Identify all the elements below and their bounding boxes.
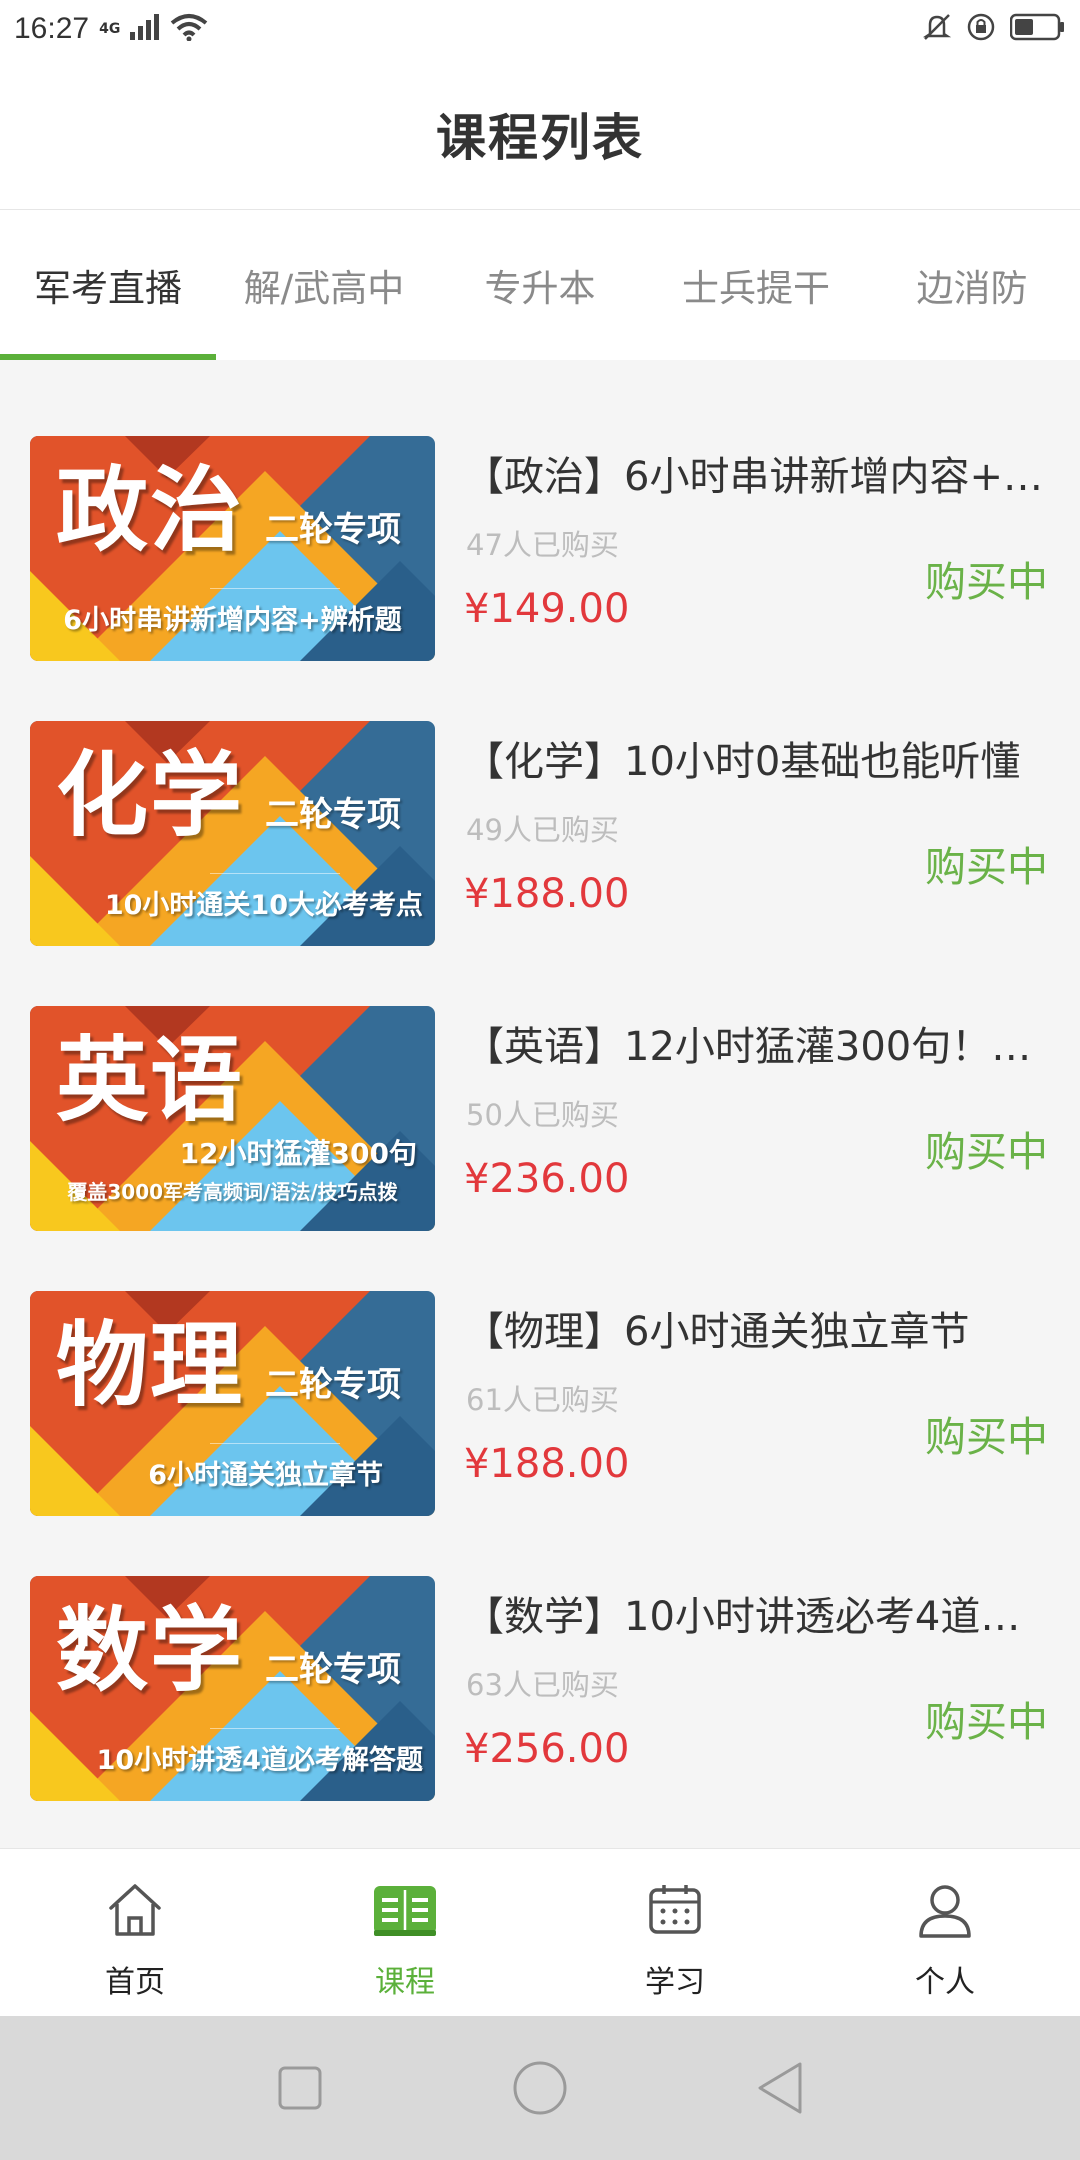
- course-price: ¥256.00: [464, 1726, 630, 1772]
- thumbnail-subject: 数学: [56, 1597, 245, 1704]
- course-price: ¥236.00: [464, 1156, 630, 1202]
- course-thumbnail[interactable]: 英语 12小时猛灌300句 覆盖3000军考高频词/语法/技巧点拨: [30, 1006, 435, 1231]
- thumbnail-caption: 覆盖3000军考高频词/语法/技巧点拨: [67, 1180, 398, 1204]
- status-left: 16:27 4G: [14, 12, 208, 46]
- thumbnail-subject: 物理: [56, 1312, 245, 1419]
- home-button[interactable]: [505, 2053, 575, 2123]
- nav-item-study[interactable]: 学习: [540, 1849, 810, 2017]
- course-item[interactable]: 数学 二轮专项 10小时讲透4道必考解答题 【数学】10小时讲透必考4道解答题 …: [0, 1558, 1080, 1843]
- purchase-status[interactable]: 购买中: [925, 548, 1048, 608]
- course-buyers: 63人已购买: [466, 1668, 619, 1702]
- purchase-status[interactable]: 购买中: [925, 1403, 1048, 1463]
- tab-soldier-promotion[interactable]: 士兵提干: [648, 210, 864, 360]
- course-buyers: 61人已购买: [466, 1383, 619, 1417]
- category-tabs: 军考直播 解/武高中 专升本 士兵提干 边消防: [0, 210, 1080, 360]
- thumbnail-tag: 二轮专项: [265, 1650, 401, 1690]
- home-icon: [102, 1877, 168, 1943]
- wifi-icon: [170, 13, 208, 45]
- page-title: 课程列表: [436, 108, 644, 167]
- tab-highschool[interactable]: 解/武高中: [216, 210, 432, 360]
- page-header: 课程列表: [0, 58, 1080, 210]
- lock-rotation-icon: [966, 12, 996, 46]
- bottom-nav: 首页 课程 学习 个人: [0, 1848, 1080, 2016]
- thumbnail-caption: 6小时串讲新增内容+辨析题: [63, 605, 402, 636]
- course-thumbnail[interactable]: 化学 二轮专项 10小时通关10大必考考点: [30, 721, 435, 946]
- course-price: ¥188.00: [464, 871, 630, 917]
- book-icon: [372, 1877, 438, 1943]
- thumbnail-subject: 化学: [56, 742, 245, 849]
- status-right: [922, 12, 1066, 46]
- thumbnail-divider: [210, 1728, 340, 1729]
- purchase-status[interactable]: 购买中: [925, 833, 1048, 893]
- course-thumbnail[interactable]: 政治 二轮专项 6小时串讲新增内容+辨析题: [30, 436, 435, 661]
- course-item[interactable]: 政治 二轮专项 6小时串讲新增内容+辨析题 【政治】6小时串讲新增内容+辨析题 …: [0, 418, 1080, 703]
- course-buyers: 47人已购买: [466, 528, 619, 562]
- back-button[interactable]: [745, 2053, 815, 2123]
- nav-label: 首页: [105, 1965, 165, 2000]
- tab-border-fire[interactable]: 边消防: [864, 210, 1080, 360]
- course-title[interactable]: 【英语】12小时猛灌300句！覆盖: [464, 1014, 1060, 1072]
- system-nav-bar: [0, 2016, 1080, 2160]
- course-thumbnail[interactable]: 数学 二轮专项 10小时讲透4道必考解答题: [30, 1576, 435, 1801]
- course-title[interactable]: 【数学】10小时讲透必考4道解答题: [464, 1584, 1060, 1642]
- thumbnail-caption: 6小时通关独立章节: [148, 1460, 383, 1491]
- thumbnail-subject: 英语: [56, 1027, 245, 1134]
- course-title[interactable]: 【物理】6小时通关独立章节: [464, 1299, 1060, 1357]
- nav-label: 课程: [375, 1965, 435, 2000]
- course-list: 政治 二轮专项 6小时串讲新增内容+辨析题 【政治】6小时串讲新增内容+辨析题 …: [0, 360, 1080, 1848]
- nav-item-profile[interactable]: 个人: [810, 1849, 1080, 2017]
- course-buyers: 50人已购买: [466, 1098, 619, 1132]
- status-bar: 16:27 4G: [0, 0, 1080, 58]
- purchase-status[interactable]: 购买中: [925, 1118, 1048, 1178]
- thumbnail-tag: 二轮专项: [265, 510, 401, 550]
- thumbnail-divider: [210, 588, 340, 589]
- person-icon: [912, 1877, 978, 1943]
- nav-label: 学习: [645, 1965, 705, 2000]
- course-price: ¥188.00: [464, 1441, 630, 1487]
- thumbnail-subject: 政治: [56, 457, 245, 564]
- thumbnail-tag: 二轮专项: [265, 1365, 401, 1405]
- thumbnail-divider: [210, 1443, 340, 1444]
- course-title[interactable]: 【政治】6小时串讲新增内容+辨析题: [464, 444, 1060, 502]
- battery-icon: [1009, 13, 1066, 45]
- nav-item-home[interactable]: 首页: [0, 1849, 270, 2017]
- tab-upgrade-degree[interactable]: 专升本: [432, 210, 648, 360]
- thumbnail-divider: [210, 873, 340, 874]
- nav-label: 个人: [915, 1965, 975, 2000]
- course-item[interactable]: 物理 二轮专项 6小时通关独立章节 【物理】6小时通关独立章节 61人已购买 ¥…: [0, 1273, 1080, 1558]
- thumbnail-caption: 10小时讲透4道必考解答题: [96, 1745, 423, 1776]
- thumbnail-caption: 10小时通关10大必考考点: [104, 890, 423, 921]
- mute-icon: [922, 12, 952, 46]
- signal-icon: [130, 14, 160, 44]
- course-item[interactable]: 英语 12小时猛灌300句 覆盖3000军考高频词/语法/技巧点拨 【英语】12…: [0, 988, 1080, 1273]
- calendar-icon: [642, 1877, 708, 1943]
- thumbnail-tag: 12小时猛灌300句: [179, 1137, 417, 1170]
- tab-military-live[interactable]: 军考直播: [0, 210, 216, 360]
- course-item[interactable]: 化学 二轮专项 10小时通关10大必考考点 【化学】10小时0基础也能听懂 49…: [0, 703, 1080, 988]
- network-type: 4G: [99, 21, 121, 37]
- course-price: ¥149.00: [464, 586, 630, 632]
- course-thumbnail[interactable]: 物理 二轮专项 6小时通关独立章节: [30, 1291, 435, 1516]
- thumbnail-tag: 二轮专项: [265, 795, 401, 835]
- course-buyers: 49人已购买: [466, 813, 619, 847]
- purchase-status[interactable]: 购买中: [925, 1688, 1048, 1748]
- recent-apps-button[interactable]: [265, 2053, 335, 2123]
- status-time: 16:27: [14, 12, 90, 45]
- nav-item-courses[interactable]: 课程: [270, 1849, 540, 2017]
- course-title[interactable]: 【化学】10小时0基础也能听懂: [464, 729, 1060, 787]
